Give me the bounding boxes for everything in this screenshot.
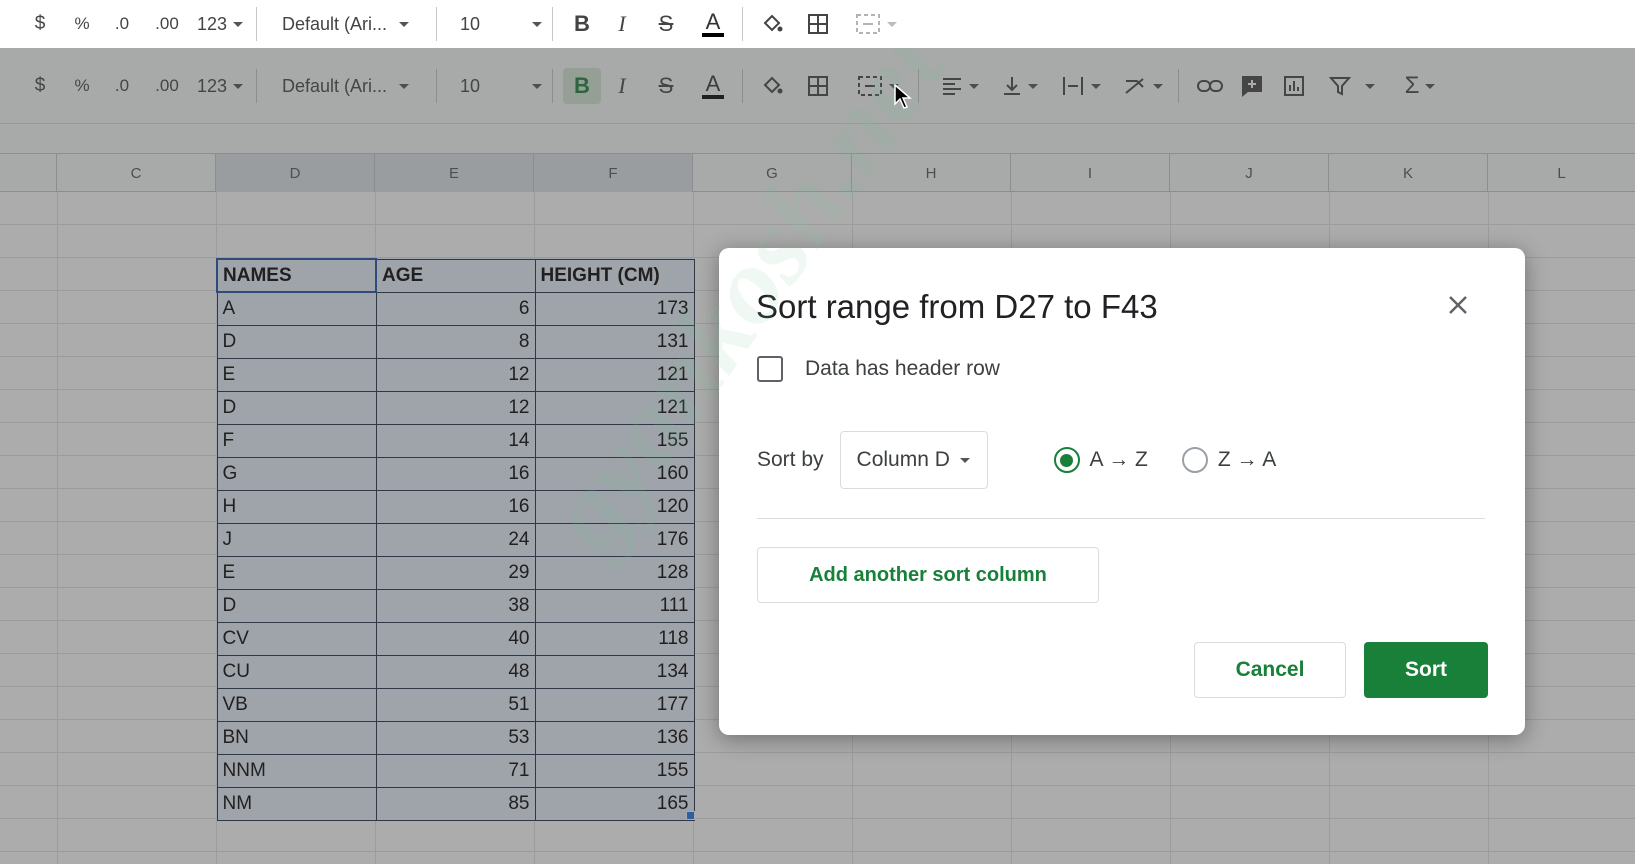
dialog-title: Sort range from D27 to F43	[756, 288, 1158, 325]
chevron-down-icon	[532, 21, 542, 27]
divider	[256, 7, 257, 41]
divider	[742, 7, 743, 41]
fill-color-icon[interactable]	[758, 6, 786, 42]
add-sort-column-button[interactable]: Add another sort column	[757, 547, 1099, 603]
close-button[interactable]	[1441, 288, 1475, 322]
header-row-option: Data has header row	[757, 356, 1000, 382]
header-row-label: Data has header row	[805, 357, 1000, 380]
strikethrough-button[interactable]: S	[652, 6, 680, 42]
italic-button[interactable]: I	[608, 6, 636, 42]
sort-range-dialog: Sort range from D27 to F43 Data has head…	[719, 248, 1525, 735]
chevron-down-icon	[887, 21, 897, 27]
borders-icon[interactable]	[804, 6, 832, 42]
text-color-button[interactable]: A	[696, 6, 730, 42]
radio-z-to-a-label[interactable]: Z → A	[1218, 448, 1276, 472]
toolbar-top: $ % .0 .00 123 Default (Ari... 10 B I S …	[0, 0, 930, 48]
sort-button[interactable]: Sort	[1364, 642, 1488, 698]
sort-by-row: Sort by Column D A → Z Z → A	[757, 431, 1310, 489]
sort-order-group: A → Z Z → A	[1053, 447, 1311, 473]
sort-by-label: Sort by	[757, 448, 824, 471]
merge-cells-icon[interactable]	[848, 6, 904, 42]
cancel-button[interactable]: Cancel	[1194, 642, 1346, 698]
currency-button[interactable]: $	[28, 6, 52, 42]
decimal-decrease-button[interactable]: .0	[108, 6, 136, 42]
divider	[436, 7, 437, 41]
sort-column-select[interactable]: Column D	[839, 431, 988, 489]
bold-button[interactable]: B	[568, 6, 596, 42]
dialog-divider	[757, 518, 1485, 519]
font-family-dropdown[interactable]: Default (Ari...	[282, 6, 422, 42]
mouse-cursor-icon	[894, 84, 912, 109]
radio-z-to-a[interactable]	[1181, 447, 1208, 473]
close-icon	[1449, 296, 1467, 314]
percent-button[interactable]: %	[70, 6, 94, 42]
radio-a-to-z-label[interactable]: A → Z	[1090, 448, 1148, 472]
font-size-dropdown[interactable]: 10	[460, 6, 542, 42]
number-format-dropdown[interactable]: 123	[194, 6, 246, 42]
radio-selected-dot	[1060, 453, 1074, 467]
divider	[552, 7, 553, 41]
header-row-checkbox[interactable]	[757, 356, 783, 382]
decimal-increase-button[interactable]: .00	[150, 6, 184, 42]
chevron-down-icon	[959, 457, 970, 463]
sort-column-value: Column D	[856, 448, 950, 471]
radio-a-to-z[interactable]	[1053, 447, 1080, 473]
chevron-down-icon	[399, 21, 410, 27]
chevron-down-icon	[233, 21, 244, 27]
